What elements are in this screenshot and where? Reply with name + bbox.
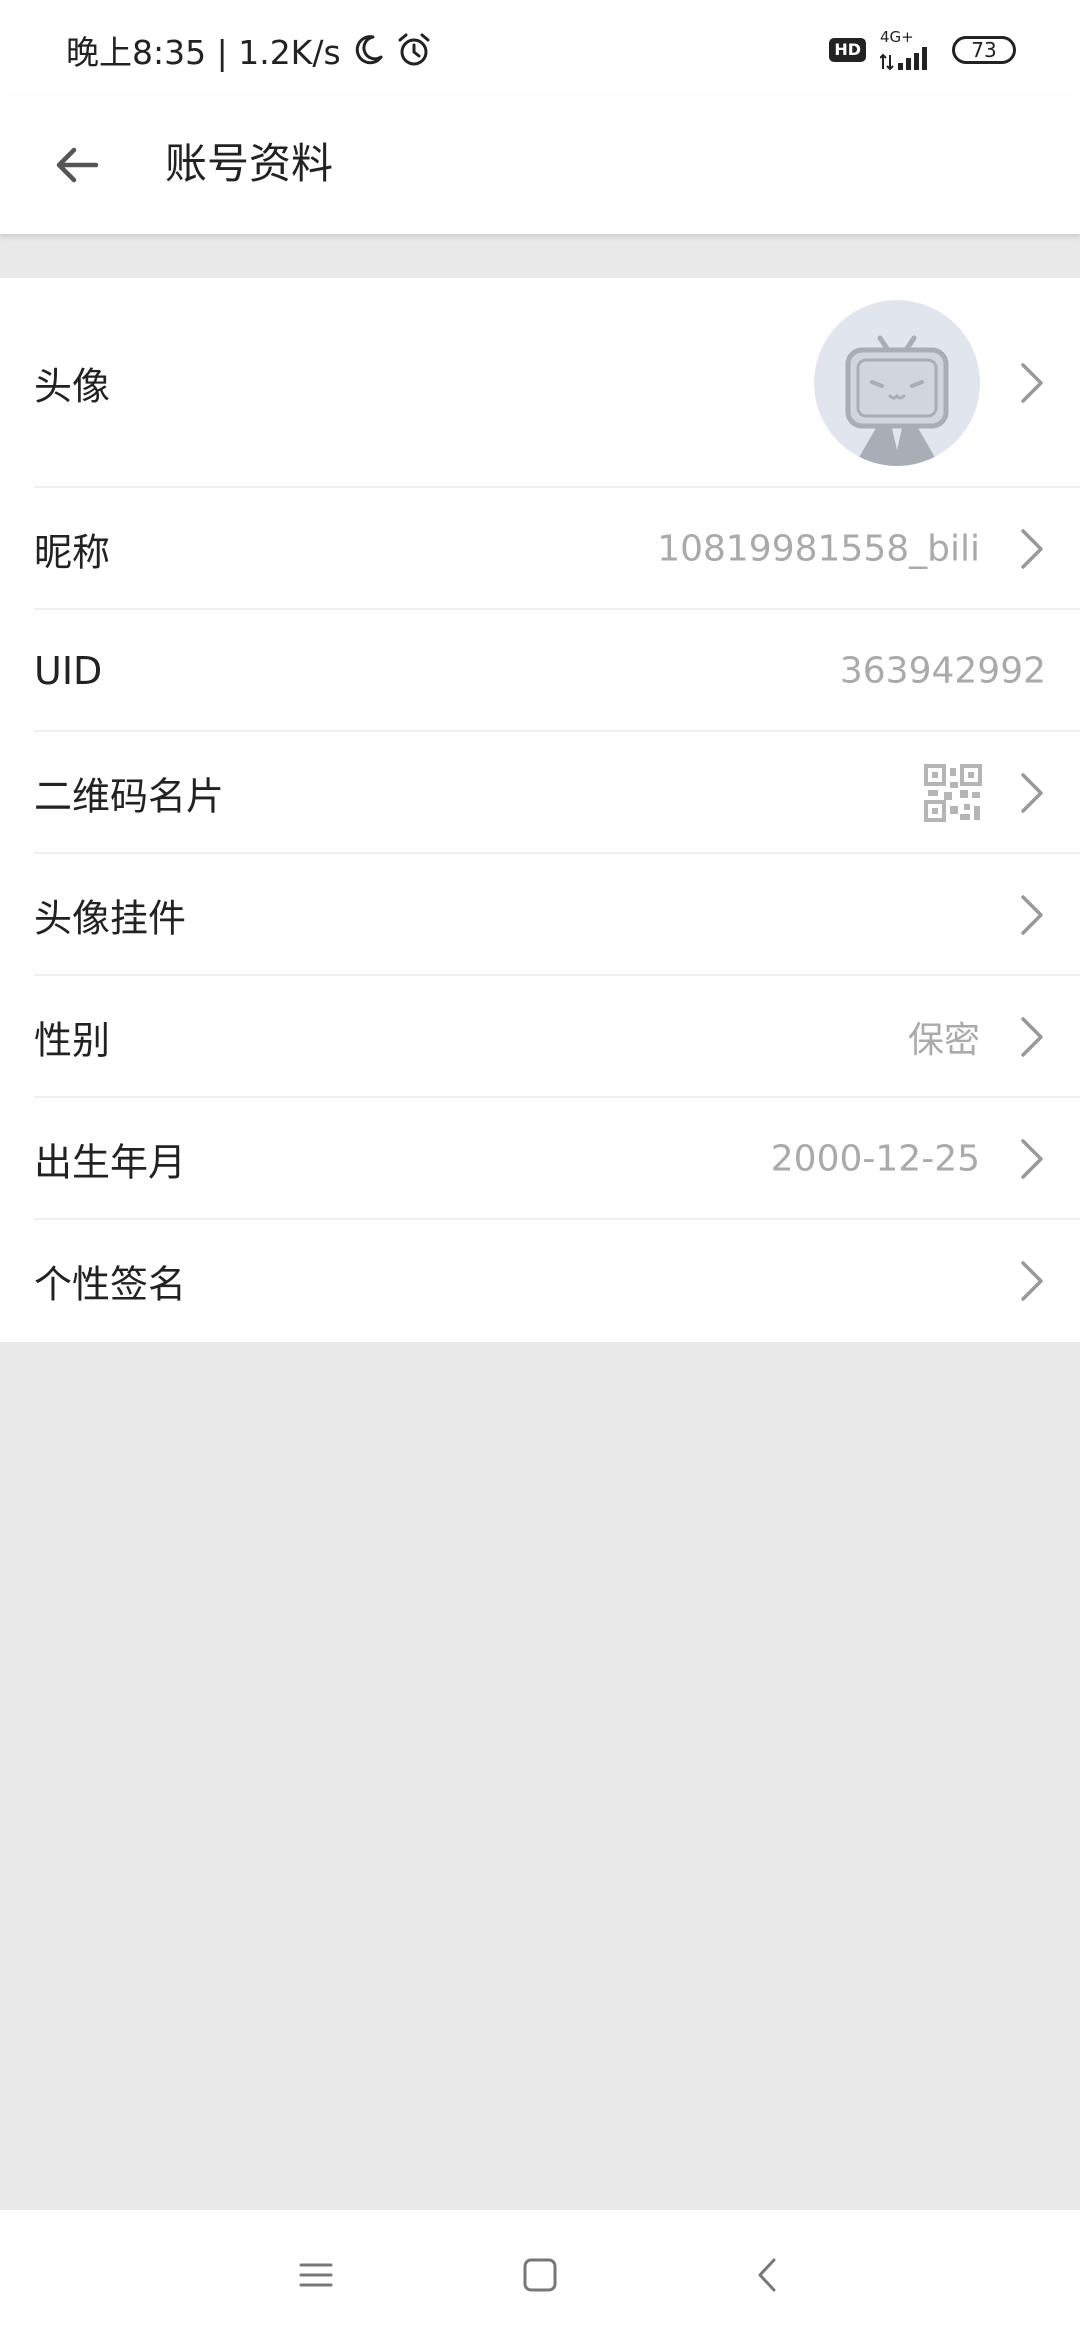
back-button[interactable] [40,128,114,202]
chevron-left-icon [758,2258,776,2292]
system-back-button[interactable] [738,2245,798,2305]
menu-icon [299,2263,333,2287]
network-type: 4G+ [880,28,914,46]
network-indicator: 4G+ [880,29,936,71]
tv-mascot-icon [845,335,949,466]
chevron-right-icon [1014,525,1050,573]
row-uid: UID 363942992 [0,610,1080,732]
hd-badge: HD [829,38,866,62]
uid-value: 363942992 [839,650,1046,692]
battery-indicator: 73 [952,36,1016,64]
chevron-right-icon [1014,769,1050,817]
signal-icon [880,47,927,71]
birthday-value: 2000-12-25 [770,1138,980,1180]
status-bar-left: 晚上8:35 | 1.2K/s [66,26,433,74]
gender-value: 保密 [907,1020,980,1061]
nickname-value: 10819981558_bili [657,528,980,570]
alarm-icon [395,31,433,69]
chevron-right-icon [1014,1013,1050,1061]
row-gender[interactable]: 性别 保密 [0,976,1080,1098]
moon-icon [351,33,385,67]
row-avatar[interactable]: 头像 [0,278,1080,488]
profile-list: 头像 昵称 10819981558_bili UID 363942992 二维码… [0,278,1080,1342]
row-label: 性别 [34,1018,111,1063]
status-time: 晚上8:35 | 1.2K/s [66,33,341,72]
page-title: 账号资料 [165,139,334,188]
status-bar: 晚上8:35 | 1.2K/s HD 4G+ 73 [0,0,1080,96]
home-square-icon [523,2258,557,2292]
chevron-right-icon [1014,1257,1050,1305]
row-label: 出生年月 [34,1140,187,1185]
row-qr-card[interactable]: 二维码名片 [0,732,1080,854]
arrow-left-icon [56,147,99,183]
row-label: 个性签名 [34,1262,187,1307]
menu-button[interactable] [286,2245,346,2305]
battery-level: 73 [971,38,997,62]
home-button[interactable] [510,2245,570,2305]
chevron-right-icon [1014,1135,1050,1183]
row-label: UID [34,649,103,693]
row-label: 头像 [34,364,111,409]
row-birthday[interactable]: 出生年月 2000-12-25 [0,1098,1080,1220]
status-bar-right: HD 4G+ 73 [829,26,1016,74]
row-label: 昵称 [34,530,111,575]
avatar [814,300,980,466]
chevron-right-icon [1014,359,1050,407]
row-label: 头像挂件 [34,896,187,941]
chevron-right-icon [1014,891,1050,939]
row-label: 二维码名片 [34,774,225,819]
row-nickname[interactable]: 昵称 10819981558_bili [0,488,1080,610]
row-signature[interactable]: 个性签名 [0,1220,1080,1342]
app-bar: 账号资料 [0,96,1080,234]
row-avatar-pendant[interactable]: 头像挂件 [0,854,1080,976]
qr-code-icon [924,764,982,822]
system-nav-bar [0,2210,1080,2340]
